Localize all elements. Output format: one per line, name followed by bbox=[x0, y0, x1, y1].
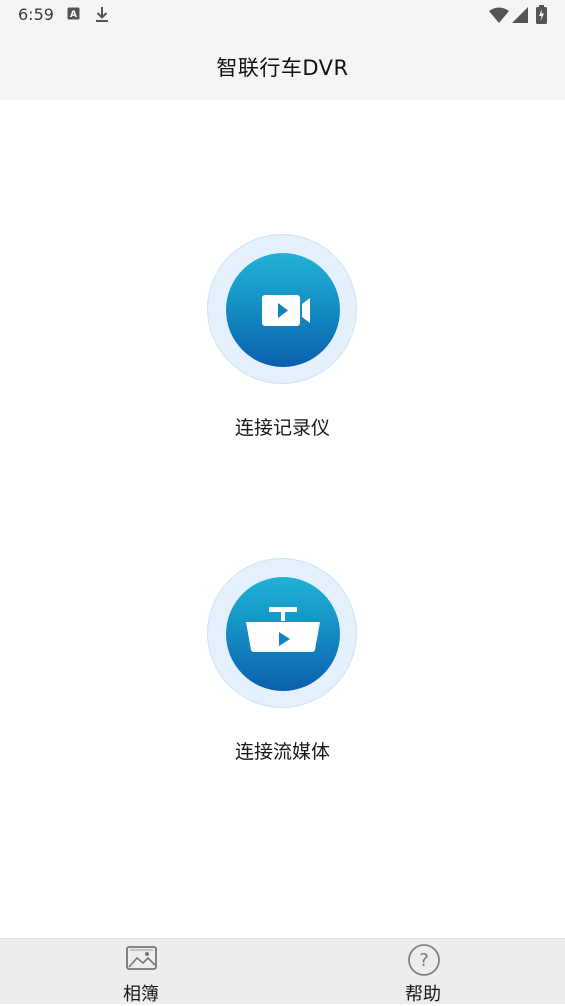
status-bar: 6:59 A bbox=[0, 0, 565, 32]
svg-text:?: ? bbox=[419, 950, 429, 971]
connect-recorder-circle bbox=[226, 253, 340, 367]
cellular-signal-icon bbox=[512, 7, 528, 27]
photo-album-icon bbox=[125, 943, 159, 977]
bottom-tab-bar: 相簿 ? 帮助 bbox=[0, 938, 565, 1005]
battery-charging-icon bbox=[536, 5, 547, 28]
tab-album-label: 相簿 bbox=[123, 984, 159, 1005]
text-notification-icon: A bbox=[67, 6, 81, 26]
download-icon bbox=[95, 6, 109, 28]
app-header: 智联行车DVR bbox=[0, 32, 565, 100]
connect-recorder-button[interactable]: 连接记录仪 bbox=[0, 234, 565, 444]
status-time: 6:59 bbox=[18, 5, 54, 24]
wifi-icon bbox=[489, 7, 509, 27]
connect-streaming-label: 连接流媒体 bbox=[234, 741, 330, 763]
connect-streaming-button[interactable]: 连接流媒体 bbox=[0, 558, 565, 768]
svg-text:A: A bbox=[70, 10, 77, 20]
tab-help[interactable]: ? 帮助 bbox=[353, 939, 493, 1005]
rearview-mirror-play-icon bbox=[246, 607, 320, 652]
connect-streaming-circle bbox=[226, 577, 340, 691]
page-title: 智联行车DVR bbox=[216, 56, 349, 80]
tab-help-label: 帮助 bbox=[405, 984, 441, 1005]
video-camera-icon bbox=[262, 295, 310, 326]
connect-recorder-label: 连接记录仪 bbox=[234, 417, 330, 439]
connect-recorder-halo bbox=[207, 234, 357, 384]
help-icon: ? bbox=[407, 943, 441, 981]
connect-streaming-halo bbox=[207, 558, 357, 708]
main-content: 连接记录仪 连接流媒体 bbox=[0, 100, 565, 938]
tab-album[interactable]: 相簿 bbox=[71, 939, 211, 1005]
